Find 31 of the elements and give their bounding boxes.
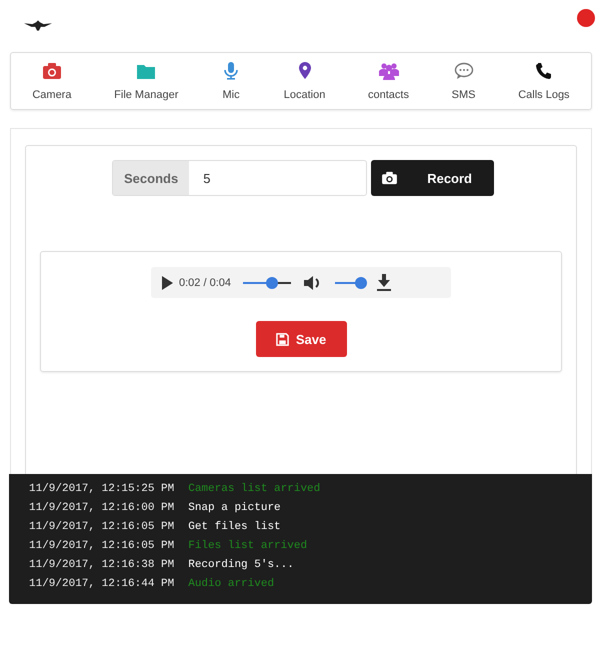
bird-logo-icon — [24, 20, 52, 32]
log-message: Cameras list arrived — [188, 482, 320, 494]
progress-thumb[interactable] — [266, 276, 278, 288]
nav-item[interactable]: Location — [284, 62, 326, 100]
log-message: Get files list — [188, 520, 281, 532]
nav-item[interactable]: Calls Logs — [518, 62, 570, 100]
log-message: Snap a picture — [188, 502, 281, 514]
log-timestamp: 11/9/2017, 12:16:44 PM — [29, 578, 174, 590]
seconds-input-field[interactable]: Seconds 5 — [112, 160, 367, 196]
volume-thumb[interactable] — [354, 276, 366, 288]
nav-item[interactable]: SMS — [452, 62, 476, 100]
nav-item[interactable]: Mic — [221, 62, 242, 100]
log-timestamp: 11/9/2017, 12:16:05 PM — [29, 520, 174, 532]
save-button[interactable]: Save — [256, 321, 346, 357]
log-message: Recording 5's... — [188, 558, 294, 570]
nav-item[interactable]: contacts — [368, 62, 409, 100]
download-icon[interactable] — [377, 274, 391, 291]
seconds-value: 5 — [202, 170, 210, 188]
log-message: Audio arrived — [188, 578, 274, 590]
log-timestamp: 11/9/2017, 12:16:38 PM — [29, 558, 174, 570]
log-message: Files list arrived — [188, 540, 308, 552]
seconds-label: Seconds — [113, 161, 190, 195]
log-timestamp: 11/9/2017, 12:15:25 PM — [29, 482, 174, 494]
nav-item[interactable]: File Manager — [114, 62, 178, 100]
camera-icon — [381, 171, 398, 185]
nav-item[interactable]: Camera — [32, 62, 72, 100]
log-timestamp: 11/9/2017, 12:16:00 PM — [29, 502, 174, 514]
log-timestamp: 11/9/2017, 12:16:05 PM — [29, 540, 174, 552]
time-readout: 0:02 / 0:04 — [179, 276, 231, 288]
record-button[interactable]: Record — [371, 160, 494, 196]
play-icon[interactable] — [161, 276, 173, 290]
